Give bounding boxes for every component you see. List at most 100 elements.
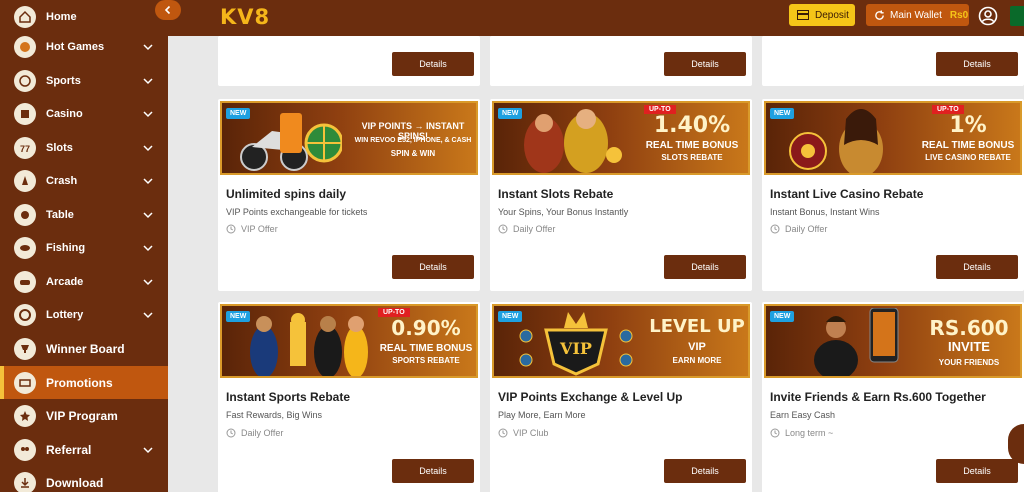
chevron-down-icon [143,245,153,252]
clock-icon [498,428,508,438]
promo-card[interactable]: NEW UP-TO 0.90% REAL TIME BONUS SPORTS R… [218,302,480,492]
sidebar-item-slots[interactable]: 77 Slots [0,131,168,164]
sidebar-item-crash[interactable]: Crash [0,164,168,197]
crash-icon [14,169,36,192]
promo-title: Instant Live Casino Rebate [770,187,924,201]
home-icon [14,5,36,28]
promo-title: Instant Sports Rebate [226,390,351,404]
promo-card[interactable]: NEW UP-TO 1% REAL TIME BONUS LIVE CASINO… [762,99,1024,291]
chevron-down-icon [143,78,153,85]
sidebar-item-referral[interactable]: Referral [0,433,168,466]
vip-badge-art: VIP [519,312,633,376]
promo-title: Invite Friends & Earn Rs.600 Together [770,390,986,404]
promo-description: VIP Points exchangeable for tickets [226,207,368,217]
sidebar-item-label: Hot Games [46,40,105,53]
promo-banner: NEW UP-TO 1.40% REAL TIME BONUS SLOTS RE… [492,101,750,175]
sidebar-item-label: Fishing [46,241,86,254]
promo-card-partial: Details [218,36,480,86]
sidebar-item-arcade[interactable]: Arcade [0,265,168,298]
promo-banner: NEW UP-TO 1% REAL TIME BONUS LIVE CASINO… [764,101,1022,175]
chevron-left-icon [164,5,171,15]
promo-tag-label: Long term ~ [785,428,834,438]
details-button[interactable]: Details [392,459,474,483]
sidebar-item-label: Casino [46,107,83,120]
sidebar-item-table[interactable]: Table [0,198,168,231]
table-icon [14,203,36,226]
sidebar-item-casino[interactable]: Casino [0,97,168,130]
vip-emblem-text: VIP [559,339,592,358]
promo-card[interactable]: NEW RS.600 INVITE YOUR FRIENDS Invite Fr… [762,302,1024,492]
sidebar-item-lottery[interactable]: Lottery [0,298,168,331]
promo-card[interactable]: NEW VIP LEVEL UP VIP EARN MORE VIP Point… [490,302,752,492]
collapse-sidebar-button[interactable] [155,0,181,20]
hot-games-icon [14,35,36,58]
sidebar-item-sports[interactable]: Sports [0,64,168,97]
top-header: KV8 Deposit Main Wallet Rs0 [168,0,1024,36]
details-button[interactable]: Details [664,52,746,76]
banner-percentage: 1.40% [653,113,731,138]
details-button[interactable]: Details [936,255,1018,279]
clock-icon [498,224,508,234]
sidebar-item-vip-program[interactable]: VIP Program [0,399,168,432]
details-button[interactable]: Details [664,255,746,279]
pakistan-flag-icon[interactable] [1010,6,1024,26]
promo-tag-label: VIP Offer [241,224,278,234]
promo-card[interactable]: NEW VIP POINTS → INSTANT SPINS! WIN REVO… [218,99,480,291]
banner-percentage: 1% [949,113,987,138]
promo-description: Instant Bonus, Instant Wins [770,207,880,217]
promo-title: Unlimited spins daily [226,187,347,201]
banner-line: REAL TIME BONUS [921,140,1015,151]
wallet-icon [797,10,809,20]
promo-banner: NEW VIP LEVEL UP VIP EARN MORE [492,304,750,378]
sidebar: Home Hot Games Sports Casino 77 Slots Cr… [0,0,168,492]
banner-line: LIVE CASINO REBATE [925,153,1011,162]
banner-amount: RS.600 [929,316,1009,340]
promo-card[interactable]: NEW UP-TO 1.40% REAL TIME BONUS SLOTS RE… [490,99,752,291]
promo-tag: Long term ~ [770,428,833,438]
svg-text:77: 77 [20,144,30,154]
sidebar-item-label: Lottery [46,308,84,321]
sports-icon [14,69,36,92]
details-button[interactable]: Details [392,52,474,76]
sidebar-item-download[interactable]: Download [0,466,168,492]
logo[interactable]: KV8 [220,5,270,29]
sidebar-item-label: Winner Board [46,341,125,356]
chevron-down-icon [143,111,153,118]
user-profile-icon[interactable] [978,6,998,26]
sidebar-item-hot-games[interactable]: Hot Games [0,30,168,63]
details-button[interactable]: Details [936,459,1018,483]
promo-description: Play More, Earn More [498,410,586,420]
promo-banner: NEW RS.600 INVITE YOUR FRIENDS [764,304,1022,378]
promo-card-partial: Details [490,36,752,86]
promo-tag: Daily Offer [770,224,827,234]
fishing-icon [14,236,36,259]
banner-line: WIN REVOO E52, IPHONE, & CASH [354,137,472,144]
banner-line: VIP [688,341,706,353]
sidebar-item-label: Table [46,208,74,221]
sidebar-item-promotions[interactable]: Promotions [0,366,168,399]
chevron-down-icon [143,447,153,454]
sidebar-item-label: VIP Program [46,408,118,423]
sidebar-item-label: Slots [46,141,73,154]
promo-tag: Daily Offer [498,224,555,234]
motorbike-phone-art [240,113,342,171]
deposit-button[interactable]: Deposit [789,4,855,26]
sidebar-item-winner-board[interactable]: Winner Board [0,332,168,365]
sidebar-item-fishing[interactable]: Fishing [0,231,168,264]
promo-title: VIP Points Exchange & Level Up [498,390,683,404]
chevron-down-icon [143,279,153,286]
promo-banner: NEW UP-TO 0.90% REAL TIME BONUS SPORTS R… [220,304,478,378]
banner-headline: LEVEL UP [649,316,745,337]
details-button[interactable]: Details [664,459,746,483]
banner-line: SPIN & WIN [390,149,436,158]
sidebar-item-home[interactable]: Home [0,0,168,33]
sidebar-item-label: Promotions [46,375,113,390]
details-button[interactable]: Details [936,52,1018,76]
details-button[interactable]: Details [392,255,474,279]
chevron-down-icon [143,145,153,152]
wallet-label: Main Wallet [890,9,942,21]
clock-icon [226,428,236,438]
promo-tag-label: Daily Offer [513,224,556,234]
chevron-down-icon [143,312,153,319]
main-wallet-button[interactable]: Main Wallet Rs0 [866,4,969,26]
